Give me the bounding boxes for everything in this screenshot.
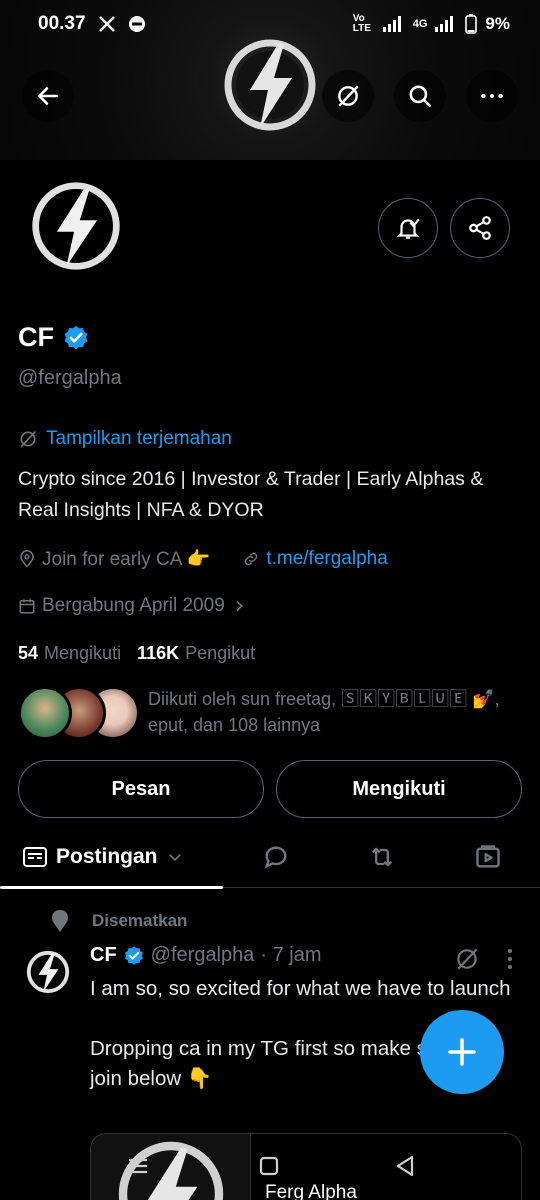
profile-location: Join for early CA 👉 bbox=[42, 549, 211, 570]
signal-icon bbox=[382, 16, 401, 32]
grok-icon bbox=[338, 85, 359, 107]
verified-badge-icon[interactable] bbox=[62, 324, 90, 352]
tab-media[interactable] bbox=[458, 826, 518, 888]
post-author-handle: @fergalpha bbox=[150, 944, 255, 966]
following-stat[interactable]: 54 Mengikuti bbox=[18, 643, 121, 664]
repost-icon bbox=[371, 847, 393, 867]
app-notification-icon bbox=[128, 16, 145, 32]
following-count: 54 bbox=[18, 643, 39, 663]
x-app-icon bbox=[98, 16, 115, 32]
profile-meta-row: Join for early CA 👉 t.me/fergalpha bbox=[18, 547, 388, 571]
link-icon bbox=[245, 552, 258, 566]
video-icon bbox=[476, 845, 500, 868]
profile-name: CF bbox=[18, 322, 54, 352]
more-button[interactable] bbox=[466, 70, 518, 122]
share-icon bbox=[469, 216, 491, 240]
posts-tab-icon bbox=[23, 847, 47, 867]
verified-badge-icon bbox=[124, 945, 143, 965]
translate-link[interactable]: Tampilkan terjemahan bbox=[18, 428, 232, 450]
compose-post-button[interactable] bbox=[420, 1010, 504, 1094]
post-author-avatar[interactable] bbox=[22, 946, 74, 998]
grok-icon bbox=[20, 430, 37, 448]
followers-count: 116K bbox=[137, 643, 180, 663]
volte-indicator: Vo LTE bbox=[352, 13, 371, 34]
tab-replies[interactable] bbox=[246, 826, 306, 888]
following-label: Mengikuti bbox=[44, 643, 122, 663]
grok-icon[interactable] bbox=[454, 946, 480, 972]
pin-icon bbox=[52, 910, 68, 932]
battery-percent: 9% bbox=[485, 14, 510, 33]
bell-check-icon bbox=[396, 218, 420, 239]
home-icon[interactable] bbox=[259, 1156, 279, 1176]
search-button[interactable] bbox=[394, 70, 446, 122]
network-type: 4G bbox=[412, 18, 428, 30]
followed-by-text: Diikuti oleh sun freetag, 🅂🄺🅈🄱🄻🅄🄴 💅, epu… bbox=[148, 689, 500, 735]
profile-bio: Crypto since 2016 | Investor & Trader | … bbox=[18, 468, 484, 521]
search-icon bbox=[409, 85, 432, 108]
pinned-label: Disematkan bbox=[92, 911, 188, 930]
post-author-name[interactable]: CF bbox=[90, 944, 117, 967]
calendar-icon bbox=[19, 599, 35, 614]
lightning-logo-icon bbox=[26, 950, 70, 994]
follower-avatar bbox=[18, 686, 72, 740]
following-button[interactable]: Mengikuti bbox=[276, 760, 522, 818]
back-nav-icon[interactable] bbox=[394, 1154, 416, 1178]
joined-row[interactable]: Bergabung April 2009 bbox=[18, 595, 247, 617]
grok-button[interactable] bbox=[322, 70, 374, 122]
reply-icon bbox=[264, 846, 287, 869]
more-icon bbox=[481, 93, 503, 99]
tab-posts-label: Postingan bbox=[56, 845, 158, 868]
post-header: CF @fergalpha · 7 jam bbox=[90, 944, 322, 967]
post-time: · 7 jam bbox=[260, 944, 322, 966]
location-pin-icon bbox=[20, 550, 34, 568]
battery-icon bbox=[465, 14, 478, 34]
recent-apps-icon[interactable] bbox=[126, 1156, 150, 1176]
system-navigation-bar bbox=[0, 1150, 540, 1200]
profile-handle: @fergalpha bbox=[18, 367, 122, 389]
status-time: 00.37 bbox=[38, 13, 86, 34]
back-button[interactable] bbox=[22, 70, 74, 122]
profile-name-row: CF bbox=[18, 322, 90, 353]
lightning-logo-icon bbox=[32, 182, 120, 270]
followers-stat[interactable]: 116K Pengikut bbox=[137, 643, 255, 664]
profile-avatar[interactable] bbox=[18, 168, 134, 284]
chevron-right-icon bbox=[236, 600, 243, 612]
joined-date: Bergabung April 2009 bbox=[42, 595, 225, 616]
profile-link[interactable]: t.me/fergalpha bbox=[266, 548, 387, 570]
followed-by[interactable]: Diikuti oleh sun freetag, 🅂🄺🅈🄱🄻🅄🄴 💅, epu… bbox=[18, 686, 528, 740]
translate-label: Tampilkan terjemahan bbox=[46, 428, 232, 449]
profile-tabs: Postingan bbox=[0, 826, 540, 889]
share-button[interactable] bbox=[450, 198, 510, 258]
signal-icon-2 bbox=[435, 16, 454, 32]
arrow-left-icon bbox=[38, 87, 58, 105]
message-button[interactable]: Pesan bbox=[18, 760, 264, 818]
plus-icon bbox=[448, 1038, 476, 1066]
tab-posts[interactable]: Postingan bbox=[22, 826, 202, 888]
follower-avatars bbox=[18, 686, 140, 740]
notification-button[interactable] bbox=[378, 198, 438, 258]
follow-counts: 54 Mengikuti 116K Pengikut bbox=[18, 643, 255, 664]
followers-label: Pengikut bbox=[185, 643, 256, 663]
active-tab-indicator bbox=[0, 886, 223, 889]
status-bar: 00.37 Vo LTE 4G 9% bbox=[0, 0, 540, 48]
pinned-indicator: Disematkan bbox=[48, 908, 187, 934]
post-more-icon[interactable] bbox=[500, 946, 520, 972]
chevron-down-icon bbox=[168, 854, 181, 862]
tab-reposts[interactable] bbox=[352, 826, 412, 888]
